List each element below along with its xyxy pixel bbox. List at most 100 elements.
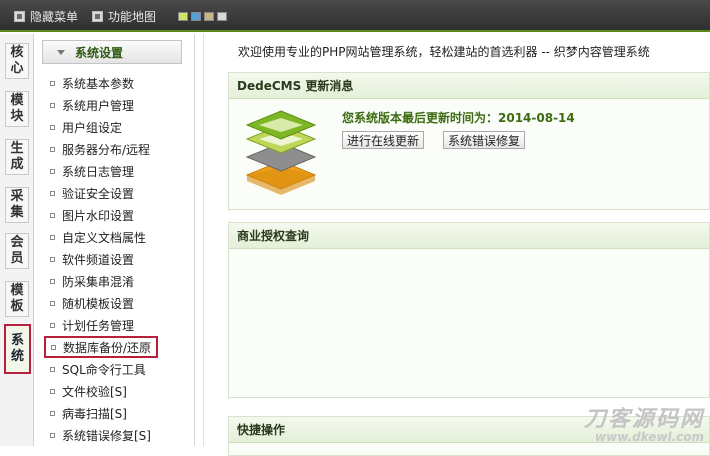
sidebar-item[interactable]: 系统用户管理 (35, 94, 195, 116)
main-content: 欢迎使用专业的PHP网站管理系统，轻松建站的首选利器 -- 织梦内容管理系统 D… (217, 34, 710, 456)
bullet-icon (50, 432, 55, 438)
sidebar-item[interactable]: 验证安全设置 (35, 182, 195, 204)
bullet-icon (50, 234, 55, 240)
category-tab-char: 生 (10, 141, 24, 156)
skin-swatch[interactable] (178, 12, 188, 21)
sidebar-item-label: 防采集串混淆 (62, 274, 135, 289)
bullet-icon (50, 102, 55, 108)
category-tab-char: 统 (10, 349, 24, 364)
sidebar-item[interactable]: 软件频道设置 (35, 248, 195, 270)
bullet-icon (50, 388, 55, 394)
category-tab-char: 模 (10, 283, 24, 298)
category-tab-char: 成 (10, 157, 24, 172)
function-map-label: 功能地图 (108, 9, 157, 24)
sidebar-item-label: 软件频道设置 (62, 252, 135, 267)
update-panel: DedeCMS 更新消息 您系统版本最后更新时间为：2014-08-14 进行在… (228, 72, 710, 210)
watermark: 刀客源码网 www.dkewl.com (584, 401, 704, 444)
sidebar-item[interactable]: 系统错误修复[S] (35, 424, 195, 446)
sidebar-section-header[interactable]: 系统设置 (42, 40, 182, 64)
menu-icon (14, 10, 25, 22)
category-tab[interactable]: 生成 (5, 139, 29, 175)
function-map-button[interactable]: 功能地图 (92, 8, 156, 24)
watermark-title: 刀客源码网 (583, 407, 704, 432)
bullet-icon (51, 344, 56, 350)
sidebar-item[interactable]: 病毒扫描[S] (35, 402, 195, 424)
category-tab[interactable]: 核心 (5, 43, 29, 79)
category-tab[interactable]: 会员 (5, 233, 29, 269)
sidebar-item-label: 随机模板设置 (62, 296, 135, 311)
sidebar-item[interactable]: 防采集串混淆 (35, 270, 195, 292)
category-tab-char: 块 (10, 109, 24, 124)
category-tab-char: 集 (10, 205, 24, 220)
bullet-icon (50, 300, 55, 306)
sidebar-item-label: 图片水印设置 (62, 208, 135, 223)
sidebar-item-label: 计划任务管理 (62, 318, 135, 333)
hide-menu-button[interactable]: 隐藏菜单 (14, 8, 78, 24)
system-fix-button[interactable]: 系统错误修复 (443, 131, 526, 149)
update-panel-title: DedeCMS 更新消息 (229, 73, 709, 99)
sidebar-item[interactable]: 图片水印设置 (35, 204, 195, 226)
sidebar-item[interactable]: 计划任务管理 (35, 314, 195, 336)
category-tab[interactable]: 模块 (5, 91, 29, 127)
bullet-icon (50, 366, 55, 372)
category-tab-char: 核 (10, 45, 24, 60)
welcome-text: 欢迎使用专业的PHP网站管理系统，轻松建站的首选利器 -- 织梦内容管理系统 (238, 45, 650, 59)
sidebar-item-label: 系统用户管理 (62, 98, 135, 113)
sidebar-item[interactable]: 系统日志管理 (35, 160, 195, 182)
sidebar-item[interactable]: 自定义文档属性 (35, 226, 195, 248)
top-toolbar: 隐藏菜单 功能地图 (0, 0, 710, 32)
bullet-icon (50, 410, 55, 416)
category-tab-char: 会 (10, 235, 24, 250)
sidebar-item[interactable]: 随机模板设置 (35, 292, 195, 314)
sidebar-item[interactable]: 文件校验[S] (35, 380, 195, 402)
online-update-button[interactable]: 进行在线更新 (342, 131, 425, 149)
category-tab[interactable]: 系统 (4, 324, 31, 374)
frame-divider[interactable] (195, 34, 217, 446)
bullet-icon (50, 146, 55, 152)
category-tab-char: 系 (10, 333, 24, 348)
category-tab[interactable]: 采集 (5, 187, 29, 223)
bullet-icon (50, 80, 55, 86)
watermark-url: www.dkewl.com (595, 430, 704, 444)
bullet-icon (50, 256, 55, 262)
bullet-icon (50, 278, 55, 284)
skin-swatch[interactable] (204, 12, 214, 21)
category-tab-strip: 核心模块生成采集会员模板系统 (0, 34, 34, 446)
sidebar-item-label: SQL命令行工具 (62, 362, 146, 377)
sidebar-item[interactable]: 系统基本参数 (35, 72, 195, 94)
dedecms-logo-icon (245, 110, 317, 195)
skin-swatch[interactable] (191, 12, 201, 21)
sidebar-menu: 系统设置 系统基本参数 系统用户管理用户组设定 服务器分布/远程系统日志管理 验证安全… (35, 34, 195, 446)
category-tab-char: 员 (10, 251, 24, 266)
category-tab-char: 心 (10, 61, 24, 76)
chevron-down-icon (57, 49, 65, 55)
sidebar-item[interactable]: 用户组设定 (35, 116, 195, 138)
bullet-icon (50, 212, 55, 218)
bullet-icon (50, 168, 55, 174)
sidebar-item-label: 文件校验[S] (62, 384, 127, 399)
sidebar-item-label: 系统基本参数 (62, 76, 135, 91)
map-icon (92, 10, 103, 22)
category-tab-char: 板 (10, 299, 24, 314)
sidebar-section-title: 系统设置 (75, 45, 124, 60)
bullet-icon (50, 124, 55, 130)
sidebar-item-label: 系统日志管理 (62, 164, 135, 179)
skin-switcher (178, 12, 227, 21)
bullet-icon (50, 322, 55, 328)
sidebar-item-label: 病毒扫描[S] (62, 406, 127, 421)
bullet-icon (50, 190, 55, 196)
sidebar-item-label: 验证安全设置 (62, 186, 135, 201)
category-tab[interactable]: 模板 (5, 281, 29, 317)
sidebar-item[interactable]: 数据库备份/还原 (44, 336, 158, 358)
sidebar-item[interactable]: SQL命令行工具 (35, 358, 195, 380)
license-query-panel: 商业授权查询 (228, 222, 710, 398)
category-tab-char: 模 (10, 93, 24, 108)
last-update-text: 您系统版本最后更新时间为：2014-08-14 (342, 111, 575, 125)
sidebar-item[interactable]: 服务器分布/远程 (35, 138, 195, 160)
category-tab-char: 采 (10, 189, 24, 204)
sidebar-item-label: 自定义文档属性 (62, 230, 147, 245)
sidebar-item-label: 系统错误修复[S] (62, 428, 151, 443)
sidebar-item-label: 数据库备份/还原 (63, 340, 152, 355)
skin-swatch[interactable] (217, 12, 227, 21)
license-panel-title: 商业授权查询 (229, 223, 709, 249)
